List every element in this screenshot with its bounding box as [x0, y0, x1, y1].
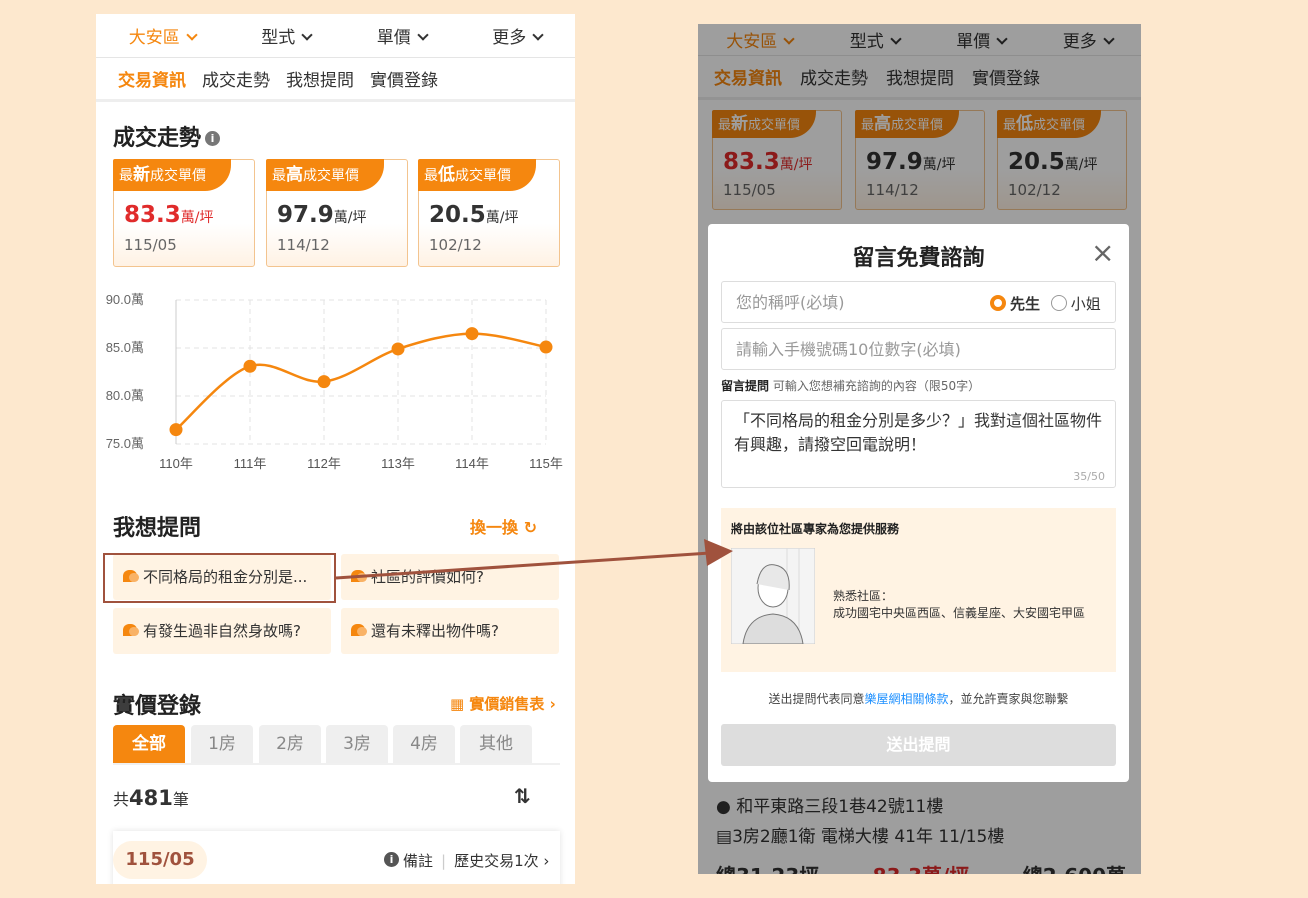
phone-input[interactable]: 請輸入手機號碼10位數字(必填): [721, 328, 1116, 370]
card-value: 83.3萬/坪: [124, 202, 214, 228]
question-text: 「不同格局的租金分別是多少？」我對這個社區物件有興趣，請撥空回電說明！: [734, 411, 1103, 454]
radio-checked-icon: [990, 295, 1006, 311]
filter-district[interactable]: 大安區: [129, 23, 198, 48]
close-icon[interactable]: ×: [1091, 236, 1114, 269]
record-date: 115/05: [113, 841, 207, 879]
lowest-price-card: 最低成交單價 20.5萬/坪 102/12: [418, 159, 560, 267]
question-chip[interactable]: 有發生過非自然身故嗎?: [113, 608, 331, 654]
table-icon: ▦: [450, 695, 465, 713]
data-point: [465, 327, 479, 341]
price-table-link[interactable]: ▦ 實價銷售表 ›: [450, 693, 556, 714]
data-point: [243, 359, 257, 373]
x-tick-label: 113年: [381, 456, 415, 471]
latest-price-card: 最新成交單價 83.3萬/坪 115/05: [113, 159, 255, 267]
filter-type[interactable]: 型式: [261, 23, 313, 48]
chevron-down-icon: [532, 29, 544, 41]
card-tag: 最新成交單價: [113, 159, 231, 191]
room-tab-2[interactable]: 2房: [259, 725, 321, 763]
refresh-button[interactable]: 換一換 ↻: [470, 514, 537, 538]
records-title: 實價登錄: [113, 694, 202, 719]
filter-price[interactable]: 單價: [377, 23, 429, 48]
info-icon[interactable]: i: [205, 131, 221, 146]
chevron-down-icon: [301, 29, 313, 41]
card-tag: 最高成交單價: [266, 159, 384, 191]
data-point: [169, 423, 183, 437]
chevron-down-icon: [186, 29, 198, 41]
question-chip[interactable]: 還有未釋出物件嗎?: [341, 608, 559, 654]
char-counter: 35/50: [1073, 470, 1105, 483]
x-tick-label: 112年: [307, 456, 341, 471]
consult-modal: 留言免費諮詢 × 您的稱呼(必填) 先生 小姐 請輸入手機號碼10位數字(必填)…: [708, 224, 1129, 782]
modal-title: 留言免費諮詢: [852, 246, 985, 271]
card-date: 102/12: [429, 236, 482, 254]
y-tick-label: 90.0萬: [106, 292, 144, 307]
right-screen: 大安區 型式 單價 更多 交易資訊 成交走勢 我想提問 實價登錄 最新成交單價 …: [698, 24, 1141, 874]
section-tabs: 交易資訊 成交走勢 我想提問 實價登錄: [96, 58, 575, 102]
room-tab-other[interactable]: 其他: [460, 725, 532, 763]
highest-price-card: 最高成交單價 97.9萬/坪 114/12: [266, 159, 408, 267]
expert-avatar: [731, 548, 815, 644]
submit-button[interactable]: 送出提問: [721, 724, 1116, 766]
y-tick-label: 75.0萬: [106, 436, 144, 451]
room-tab-4[interactable]: 4房: [393, 725, 455, 763]
card-value: 20.5萬/坪: [429, 202, 519, 228]
terms-link[interactable]: 樂屋網相關條款: [864, 692, 948, 706]
question-textarea[interactable]: 「不同格局的租金分別是多少？」我對這個社區物件有興趣，請撥空回電說明！ 35/5…: [721, 400, 1116, 488]
refresh-icon: ↻: [523, 518, 537, 537]
x-tick-label: 114年: [455, 456, 489, 471]
y-tick-label: 85.0萬: [106, 340, 144, 355]
note-link[interactable]: 備註: [403, 852, 433, 870]
room-tab-all[interactable]: 全部: [113, 725, 185, 763]
x-tick-label: 111年: [234, 456, 267, 471]
card-value: 97.9萬/坪: [277, 202, 367, 228]
tab-trade-info[interactable]: 交易資訊: [118, 66, 186, 91]
trend-chart: 75.0萬 80.0萬 85.0萬 90.0萬 110年 111年 112年 113年 114年…: [106, 292, 563, 471]
gender-options: 先生 小姐: [990, 293, 1101, 314]
card-tag: 最低成交單價: [418, 159, 536, 191]
data-point: [391, 342, 405, 356]
record-count: 共481筆: [113, 786, 189, 810]
terms-notice: 送出提問代表同意樂屋網相關條款，並允許賣家與您聯繫: [768, 692, 1069, 706]
tab-questions[interactable]: 我想提問: [286, 66, 354, 91]
room-tab-3[interactable]: 3房: [326, 725, 388, 763]
expert-info: 熟悉社區： 成功國宅中央區西區、信義星座、大安國宅甲區: [833, 589, 1086, 620]
sort-icon[interactable]: ⇅: [514, 784, 531, 808]
gender-ms-radio[interactable]: 小姐: [1050, 295, 1101, 313]
card-date: 114/12: [277, 236, 330, 254]
expert-title: 將由該位社區專家為您提供服務: [731, 522, 900, 536]
gender-mr-radio[interactable]: 先生: [990, 295, 1040, 313]
divider: [113, 763, 560, 765]
filter-more[interactable]: 更多: [492, 23, 544, 48]
tab-records[interactable]: 實價登錄: [370, 66, 438, 91]
record-actions: i 備註 | 歷史交易1次 ›: [380, 850, 549, 871]
question-label-row: 留言提問 可輸入您想補充諮詢的內容（限50字）: [721, 379, 981, 393]
info-icon: i: [384, 852, 399, 867]
tab-trend[interactable]: 成交走勢: [202, 66, 270, 91]
filter-bar: 大安區 型式 單價 更多: [96, 14, 575, 58]
left-screen: 大安區 型式 單價 更多 交易資訊 成交走勢 我想提問 實價登錄 成交走勢 i 最…: [96, 14, 575, 884]
radio-unchecked-icon: [1050, 295, 1067, 311]
room-tab-1[interactable]: 1房: [191, 725, 253, 763]
history-link[interactable]: 歷史交易1次: [454, 852, 539, 870]
card-date: 115/05: [124, 236, 177, 254]
x-tick-label: 115年: [529, 456, 563, 471]
chevron-down-icon: [417, 29, 429, 41]
expert-panel: 將由該位社區專家為您提供服務 熟悉社區： 成功國宅中央區西區、信義星座、大安國宅甲…: [721, 508, 1116, 672]
data-point: [317, 375, 331, 389]
trend-title: 成交走勢 i: [113, 120, 221, 152]
x-tick-label: 110年: [159, 456, 193, 471]
highlight-box: [103, 553, 336, 603]
y-tick-label: 80.0萬: [106, 388, 144, 403]
data-point: [539, 340, 553, 354]
questions-title: 我想提問: [113, 516, 202, 541]
question-chip[interactable]: 社區的評價如何?: [341, 554, 559, 600]
